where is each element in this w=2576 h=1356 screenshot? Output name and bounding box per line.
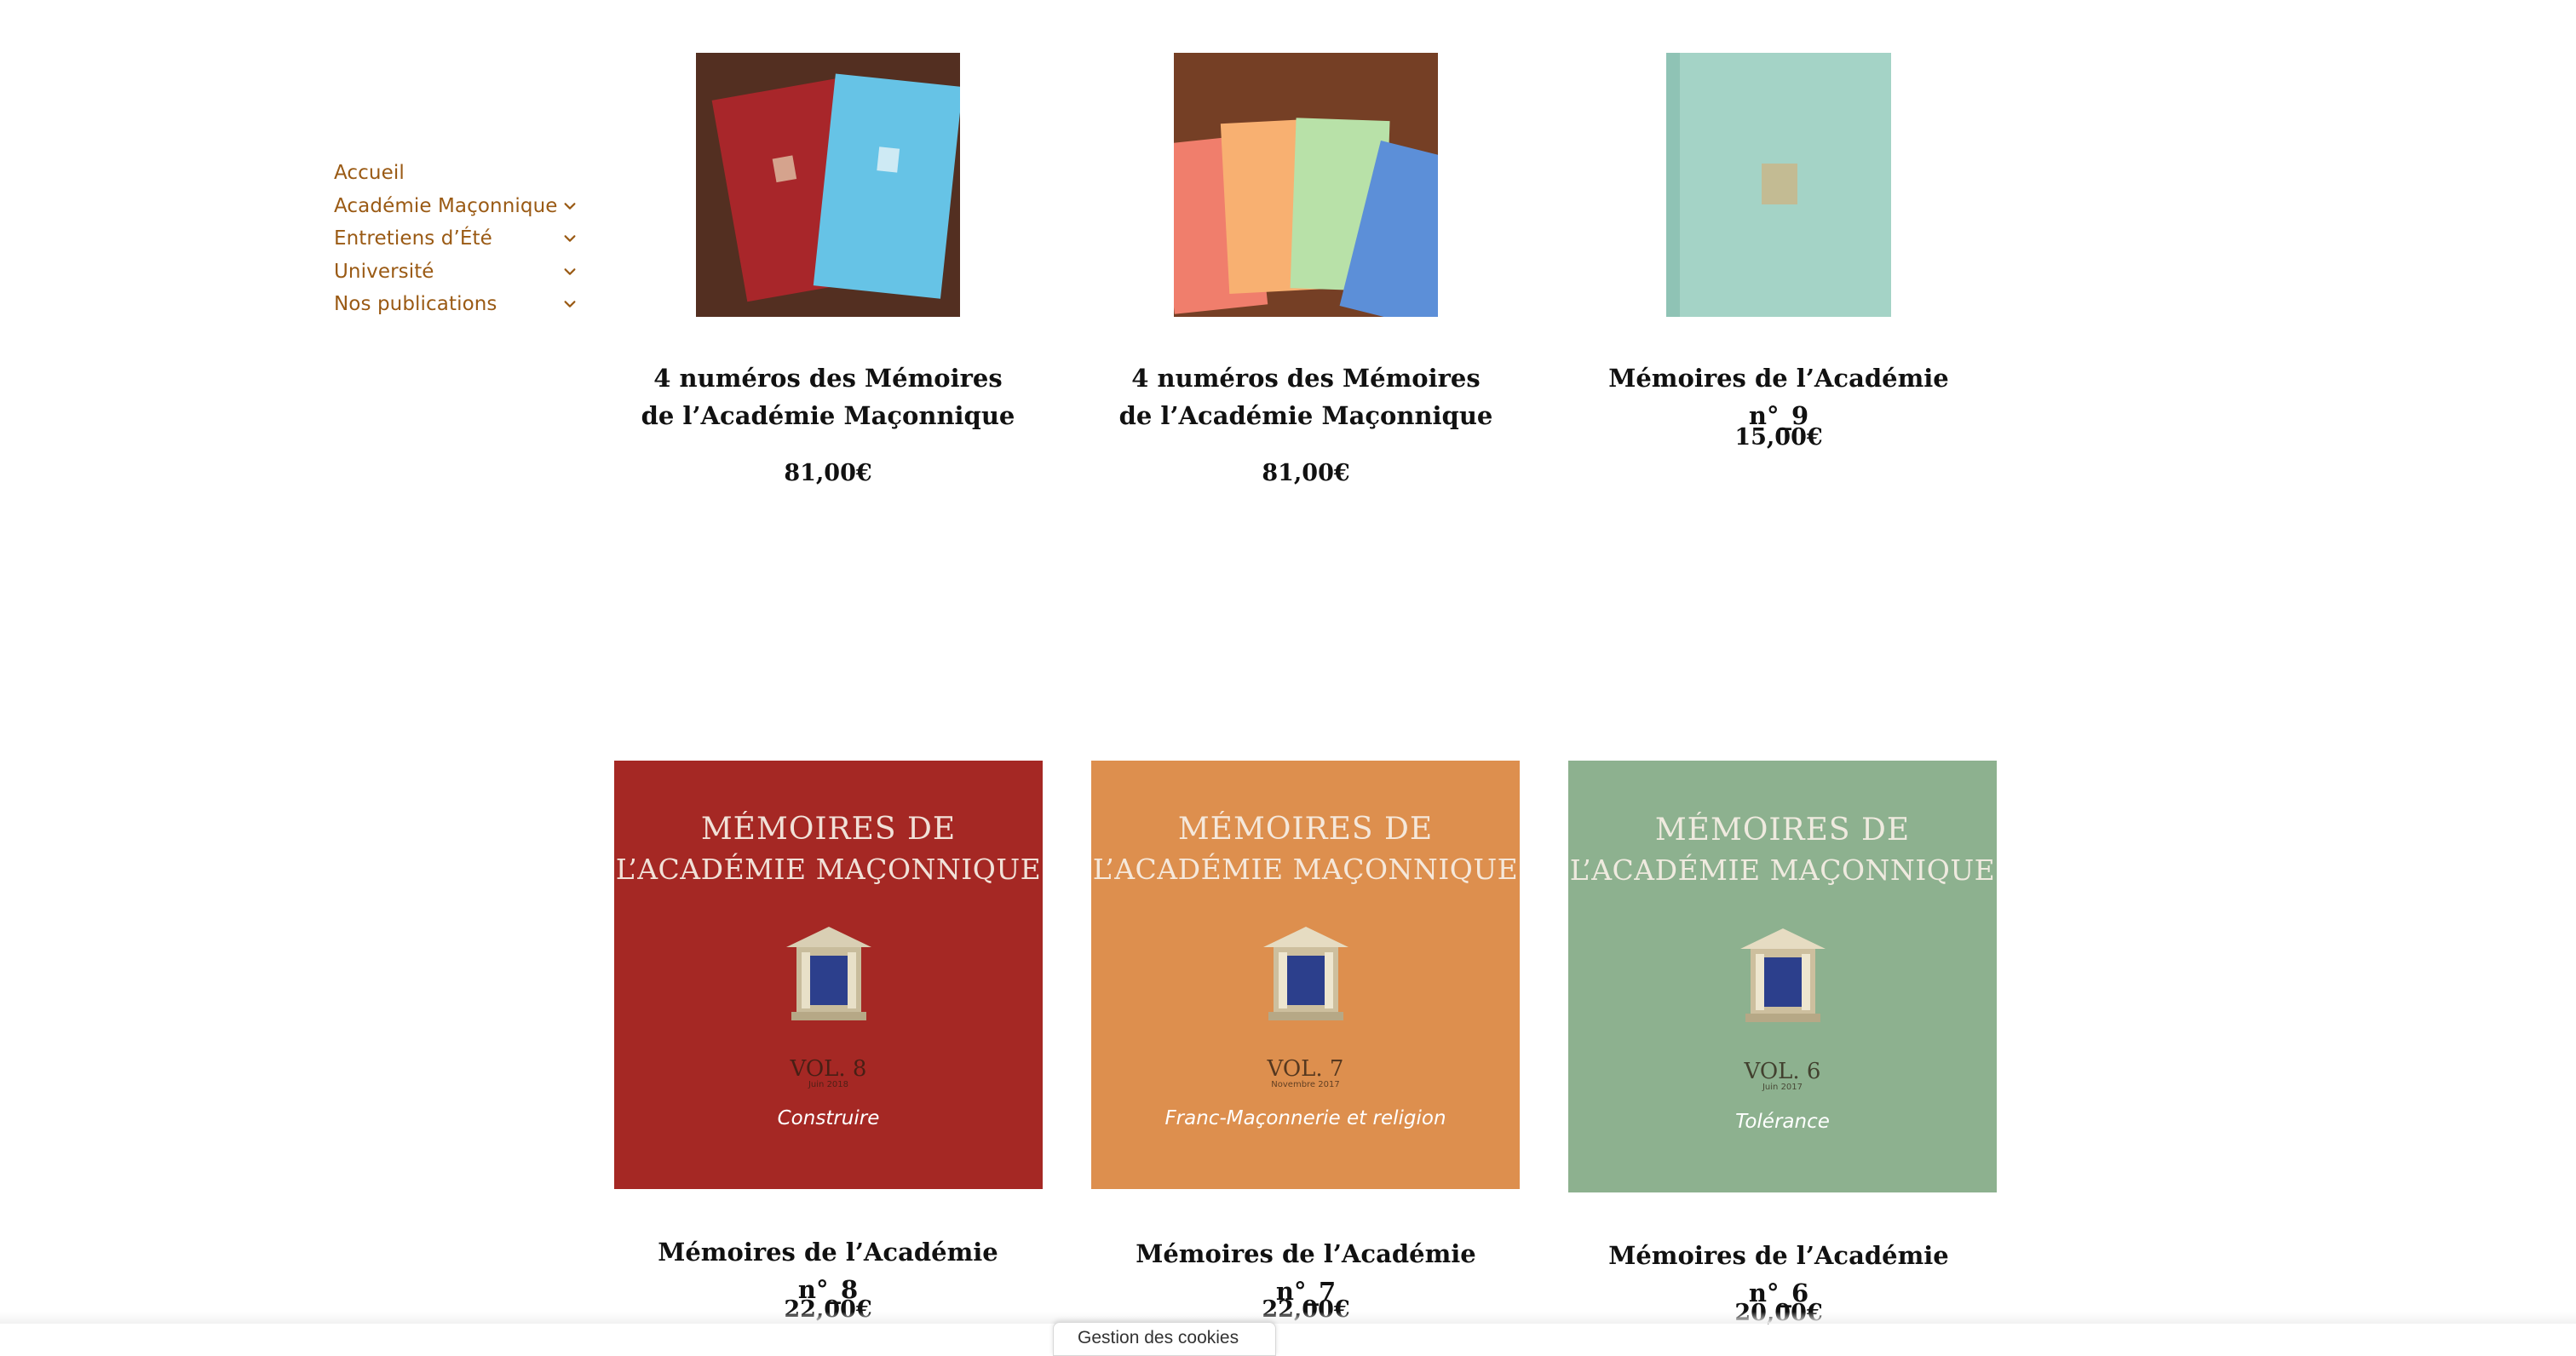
nav-item-entretiens-ete[interactable]: Entretiens d’Été [334,222,589,256]
sidebar-nav: Accueil Académie Maçonnique Entretiens d… [334,157,589,321]
product-price: 81,00€ [784,460,872,486]
nav-label[interactable]: Université [334,261,434,283]
cover-title-line: MÉMOIRES DE [700,812,957,848]
cover-date: Novembre 2017 [1271,1079,1340,1089]
chevron-down-icon[interactable] [559,293,581,315]
book-cover: MÉMOIRES DE L’ACADÉMIE MAÇONNIQUE VOL. 8… [614,761,1043,1189]
product-title[interactable]: 4 numéros des Mémoires de l’Académie Maç… [1118,359,1493,434]
bottom-edge-shadow [0,1312,2576,1324]
product-title[interactable]: Mémoires de l’Académie n°_9 [1591,359,1966,434]
chevron-down-icon[interactable] [559,195,581,217]
product-image[interactable] [696,53,960,317]
book-cover: MÉMOIRES DE L’ACADÉMIE MAÇONNIQUE VOL. 6… [1568,761,1997,1192]
product-image[interactable]: MÉMOIRES DE L’ACADÉMIE MAÇONNIQUE VOL. 7… [1091,761,1520,1189]
nav-item-accueil[interactable]: Accueil [334,157,589,190]
book-cover: MÉMOIRES DE L’ACADÉMIE MAÇONNIQUE VOL. 7… [1091,761,1520,1189]
product-image[interactable]: MÉMOIRES DE L’ACADÉMIE MAÇONNIQUE VOL. 6… [1568,761,1997,1192]
nav-item-academie-maconnique[interactable]: Académie Maçonnique [334,190,589,223]
cover-theme: Franc-Maçonnerie et religion [1164,1107,1446,1130]
nav-item-universite[interactable]: Université [334,256,589,289]
nav-label[interactable]: Nos publications [334,293,497,315]
emblem-icon [1262,927,1348,1021]
cover-theme: Tolérance [1735,1110,1830,1133]
cover-title-line: L’ACADÉMIE MAÇONNIQUE [1092,853,1519,887]
cover-title-line: MÉMOIRES DE [1177,812,1434,848]
product-title[interactable]: 4 numéros des Mémoires de l’Académie Maç… [641,359,1015,434]
product-price: 15,00€ [1734,424,1823,451]
product-image[interactable] [1666,53,1891,317]
cover-volume: VOL. 8 [790,1056,867,1083]
product-price: 81,00€ [1262,460,1350,486]
chevron-down-icon[interactable] [559,227,581,250]
cover-title-line: L’ACADÉMIE MAÇONNIQUE [615,853,1042,887]
emblem-icon [785,927,871,1021]
nav-label[interactable]: Académie Maçonnique [334,195,558,217]
cover-title-line: MÉMOIRES DE [1654,812,1911,848]
product-image[interactable]: MÉMOIRES DE L’ACADÉMIE MAÇONNIQUE VOL. 8… [614,761,1043,1189]
cover-volume: VOL. 6 [1744,1058,1821,1084]
emblem-icon [1739,928,1826,1022]
nav-label[interactable]: Entretiens d’Été [334,227,492,250]
cover-volume: VOL. 7 [1267,1056,1344,1083]
cookie-consent-label[interactable]: Gestion des cookies [1078,1328,1239,1347]
product-image[interactable] [1174,53,1438,317]
nav-item-nos-publications[interactable]: Nos publications [334,288,589,321]
cover-theme: Construire [777,1107,880,1130]
cover-date: Juin 2018 [808,1079,849,1089]
chevron-down-icon[interactable] [559,261,581,283]
cover-title-line: L’ACADÉMIE MAÇONNIQUE [1569,853,1996,887]
nav-label[interactable]: Accueil [334,162,405,184]
cookie-consent-tab[interactable]: Gestion des cookies [1053,1322,1276,1356]
cover-date: Juin 2017 [1762,1082,1803,1092]
